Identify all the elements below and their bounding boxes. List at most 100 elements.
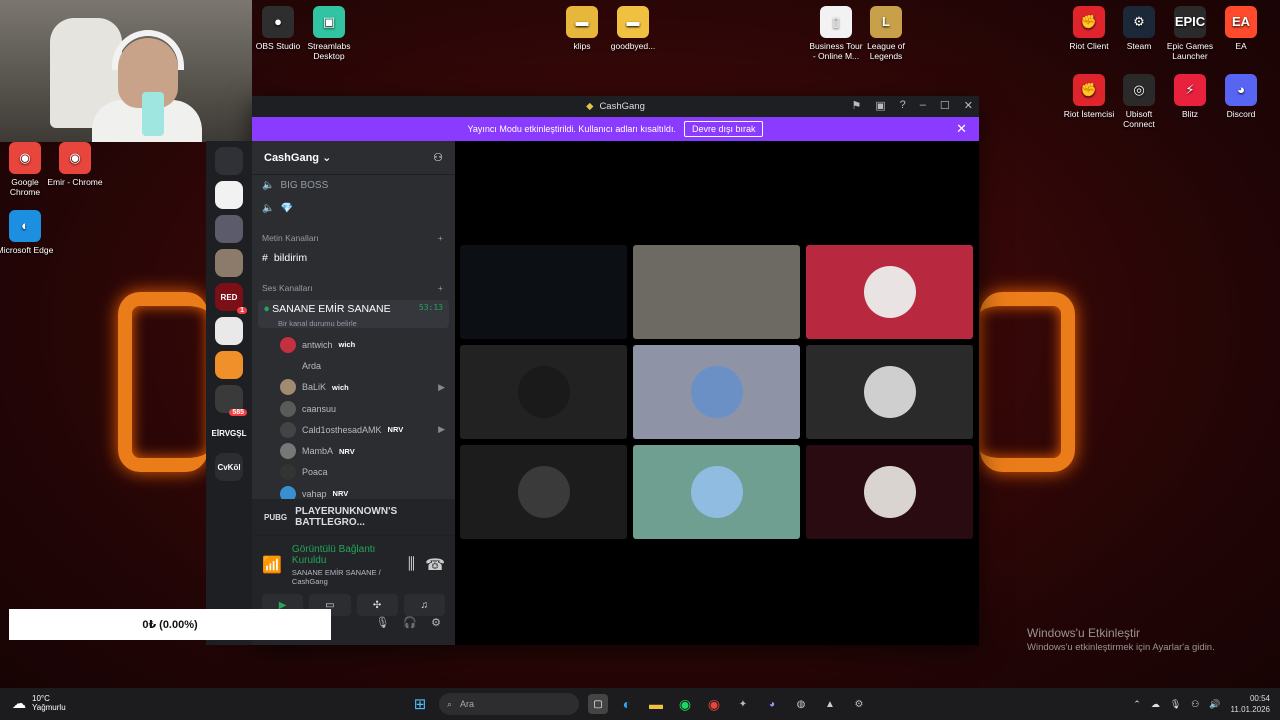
server-icon[interactable]: RED 1 [215, 283, 247, 314]
noise-suppression-icon[interactable]: ⫼ [408, 556, 415, 574]
server-icon[interactable] [215, 249, 243, 277]
text-category[interactable]: Metin Kanalları + [252, 228, 455, 248]
activity-bar[interactable]: PUBG PLAYERUNKNOWN'S BATTLEGRO... [252, 499, 455, 535]
member-name: caansuu [302, 403, 337, 414]
onedrive-icon[interactable]: ☁ [1151, 699, 1160, 710]
active-voice-channel[interactable]: ⦁ SANANE EMİR SANANE 53:13 Bir kanal dur… [258, 300, 449, 328]
channel-sidebar: CashGang ⌄ ⚇ 🔈 BIG BOSS 🔈 💎 Metin Kanall… [252, 141, 455, 645]
participant-tile[interactable] [806, 345, 973, 439]
voice-member[interactable]: Poaca [252, 462, 455, 483]
search-placeholder: Ara [460, 699, 475, 709]
server-icon[interactable] [215, 215, 243, 243]
task-view-icon[interactable]: ▢ [588, 694, 608, 714]
desktop-icon[interactable]: ◕ Discord [1212, 74, 1270, 119]
speaker-icon: 🔈 [262, 179, 275, 191]
participant-tile[interactable] [633, 445, 800, 539]
video-tile[interactable] [633, 245, 800, 339]
pubg-icon[interactable]: ▲ [820, 694, 840, 714]
weather-desc: Yağmurlu [32, 703, 66, 712]
member-name: vahap [302, 488, 327, 499]
app-icon[interactable]: ✦ [733, 694, 753, 714]
participant-tile[interactable] [460, 345, 627, 439]
participant-tile[interactable] [460, 445, 627, 539]
avatar [280, 336, 296, 353]
voice-sub: SANANE EMİR SANANE / CashGang [291, 568, 381, 586]
voice-member[interactable]: Cald1osthesadAMK NRV ▶ [252, 419, 455, 440]
start-button[interactable]: ⊞ [410, 694, 430, 714]
voice-member[interactable]: BaLiK wich ▶ [252, 377, 455, 398]
search-icon: ⌕ [447, 698, 453, 709]
disconnect-icon[interactable]: ☎ [425, 555, 445, 575]
server-icon[interactable]: 585 [215, 385, 247, 416]
add-channel-icon[interactable]: + [438, 283, 443, 293]
desktop-icon[interactable]: EPIC Epic Games Launcher [1161, 6, 1219, 61]
desktop-icon[interactable]: ▬ klips [553, 6, 611, 51]
chevron-up-icon[interactable]: ⌃ [1133, 699, 1141, 710]
desktop-icon[interactable]: ▣ Streamlabs Desktop [300, 6, 358, 61]
volume-icon[interactable]: 🔊 [1209, 699, 1220, 710]
app-icon: ▯ [820, 6, 852, 38]
channel-diamond[interactable]: 🔈 💎 [252, 198, 455, 218]
add-user-icon[interactable]: ⚇ [433, 151, 443, 164]
category-label: Ses Kanalları [262, 283, 313, 293]
server-icon[interactable] [215, 147, 243, 175]
channel-status-hint[interactable]: Bir kanal durumu belirle [264, 319, 443, 328]
video-tile[interactable] [460, 245, 627, 339]
desktop-icon[interactable]: ◐ Microsoft Edge [0, 210, 54, 255]
voice-member[interactable]: antwich wich [252, 334, 455, 355]
server-name: CashGang [264, 152, 320, 164]
participant-tile[interactable] [633, 345, 800, 439]
desktop-icon[interactable]: ⚙ Steam [1110, 6, 1168, 51]
voice-member[interactable]: Arda [252, 355, 455, 376]
server-icon[interactable]: CvKöl [215, 453, 243, 481]
file-explorer-icon[interactable]: ▬ [646, 694, 666, 714]
voice-member[interactable]: caansuu [252, 398, 455, 419]
desktop-icon[interactable]: ● OBS Studio [249, 6, 307, 51]
voice-category[interactable]: Ses Kanalları + [252, 278, 455, 298]
inbox-icon[interactable]: ▣ [875, 99, 885, 112]
server-icon[interactable] [215, 181, 243, 209]
participant-tile[interactable] [806, 245, 973, 339]
video-stage [455, 141, 979, 645]
flag-icon[interactable]: ⚑ [851, 99, 861, 112]
settings-icon[interactable]: ⚙ [849, 694, 869, 714]
add-channel-icon[interactable]: + [438, 233, 443, 243]
chrome-icon[interactable]: ◉ [704, 694, 724, 714]
signal-icon[interactable]: 📶 [262, 555, 282, 575]
hash-icon: # [262, 252, 268, 264]
microphone-icon[interactable]: 🎙 [1170, 699, 1181, 710]
microphone-icon[interactable]: 🎙 [375, 616, 389, 629]
network-icon[interactable]: ⚇ [1191, 699, 1199, 710]
settings-icon[interactable]: ⚙ [431, 616, 441, 629]
help-icon[interactable]: ? [900, 99, 906, 112]
headphones-icon[interactable]: 🎧 [403, 616, 417, 629]
desktop-icon[interactable]: EA EA [1212, 6, 1270, 51]
disable-streamer-mode-button[interactable]: Devre dışı bırak [683, 121, 764, 137]
close-icon[interactable]: ✕ [956, 121, 967, 137]
desktop-icon[interactable]: ▬ goodbyed... [604, 6, 662, 51]
close-button[interactable]: ✕ [964, 99, 973, 112]
maximize-button[interactable]: ☐ [940, 99, 950, 112]
member-tag: wich [332, 382, 349, 392]
discord-icon[interactable]: ◕ [762, 694, 782, 714]
spotify-icon[interactable]: ◉ [675, 694, 695, 714]
server-icon[interactable]: EİRVGŞL [212, 419, 247, 447]
weather-widget[interactable]: ☁ 10°C Yağmurlu [12, 694, 66, 712]
server-icon[interactable] [215, 351, 243, 379]
desktop-icon[interactable]: ◉ Emir - Chrome [46, 142, 104, 187]
desktop-icon[interactable]: ◎ Ubisoft Connect [1110, 74, 1168, 129]
desktop-icon[interactable]: L League of Legends [857, 6, 915, 61]
search-box[interactable]: ⌕ Ara [439, 693, 579, 715]
participant-tile[interactable] [806, 445, 973, 539]
voice-member[interactable]: MambA NRV [252, 440, 455, 461]
obs-icon[interactable]: ◍ [791, 694, 811, 714]
server-label: RED [220, 292, 238, 302]
edge-icon[interactable]: ◐ [617, 694, 637, 714]
clock[interactable]: 00:54 11.01.2026 [1231, 693, 1270, 715]
channel-big-boss[interactable]: 🔈 BIG BOSS [252, 175, 455, 195]
desktop-icon[interactable]: ⚡ Blitz [1161, 74, 1219, 119]
server-icon[interactable] [215, 317, 243, 345]
channel-bildirim[interactable]: # bildirim [252, 248, 455, 268]
minimize-button[interactable]: – [920, 99, 926, 112]
server-header[interactable]: CashGang ⌄ ⚇ [252, 141, 455, 175]
